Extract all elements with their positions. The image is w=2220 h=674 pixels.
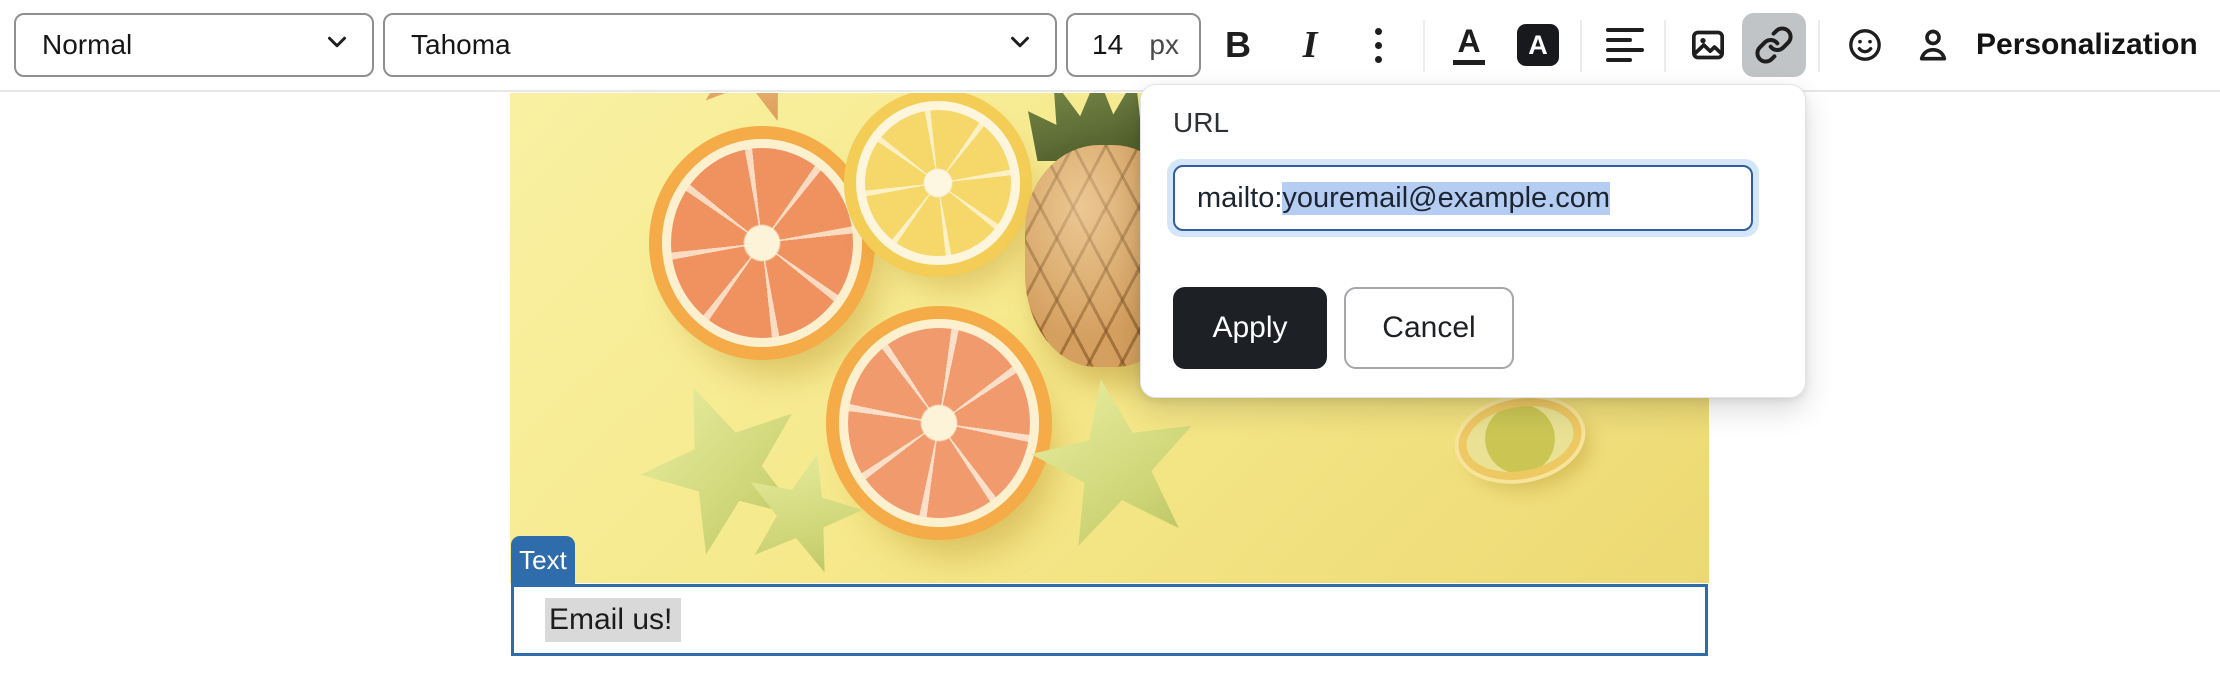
font-size-value: 14 xyxy=(1092,29,1123,61)
personalization-label[interactable]: Personalization xyxy=(1976,0,2198,90)
text-block-editor[interactable]: Email us! xyxy=(511,584,1708,656)
toolbar-divider xyxy=(1423,20,1425,72)
candied-citrus-decor xyxy=(1452,389,1588,489)
link-url-popup: URL mailto:youremail@example.com Apply C… xyxy=(1140,84,1806,398)
image-icon xyxy=(1688,25,1728,65)
font-size-input[interactable]: 14 px xyxy=(1066,13,1201,77)
emoji-smile-icon xyxy=(1845,25,1885,65)
bold-icon: B xyxy=(1225,24,1251,66)
italic-icon: I xyxy=(1303,23,1318,67)
alignment-button[interactable] xyxy=(1594,13,1656,77)
toolbar-divider xyxy=(1664,20,1666,72)
block-type-label: Text xyxy=(519,545,567,576)
cancel-button[interactable]: Cancel xyxy=(1344,287,1514,369)
chevron-down-icon xyxy=(1005,27,1035,64)
starfruit-top-decor xyxy=(680,93,835,133)
chevron-down-icon xyxy=(322,27,352,64)
emoji-button[interactable] xyxy=(1834,13,1896,77)
url-input[interactable]: mailto:youremail@example.com xyxy=(1173,165,1753,231)
url-input-focus-ring: mailto:youremail@example.com xyxy=(1167,159,1759,237)
editor-toolbar: Normal Tahoma 14 px B I A A xyxy=(0,0,2220,92)
text-color-button[interactable]: A xyxy=(1436,13,1502,77)
toolbar-divider xyxy=(1818,20,1820,72)
url-value-prefix: mailto: xyxy=(1197,182,1282,215)
block-type-badge[interactable]: Text xyxy=(511,536,575,585)
url-value-selected: youremail@example.com xyxy=(1282,182,1610,215)
personalization-button[interactable] xyxy=(1902,13,1964,77)
paragraph-style-select[interactable]: Normal xyxy=(14,13,374,77)
url-label: URL xyxy=(1173,107,1229,139)
font-family-value: Tahoma xyxy=(411,29,511,61)
more-options-button[interactable] xyxy=(1350,13,1406,77)
apply-button-label: Apply xyxy=(1212,311,1287,345)
person-icon xyxy=(1913,25,1953,65)
font-size-unit: px xyxy=(1149,29,1179,61)
link-icon xyxy=(1754,25,1794,65)
insert-image-button[interactable] xyxy=(1678,13,1738,77)
vertical-ellipsis-icon xyxy=(1375,28,1382,63)
toolbar-divider xyxy=(1580,20,1582,72)
align-left-icon xyxy=(1606,28,1644,62)
font-family-select[interactable]: Tahoma xyxy=(383,13,1057,77)
apply-button[interactable]: Apply xyxy=(1173,287,1327,369)
selected-text: Email us! xyxy=(545,598,681,642)
orange-slice-decor xyxy=(839,319,1039,527)
background-color-button[interactable]: A xyxy=(1517,24,1559,66)
lemon-slice-decor xyxy=(856,101,1020,265)
paragraph-style-value: Normal xyxy=(42,29,132,61)
cancel-button-label: Cancel xyxy=(1382,311,1475,345)
background-color-icon: A xyxy=(1528,30,1548,61)
bold-button[interactable]: B xyxy=(1206,13,1270,77)
orange-slice-decor xyxy=(662,139,862,347)
insert-link-button[interactable] xyxy=(1742,13,1806,77)
text-color-icon: A xyxy=(1453,25,1484,65)
italic-button[interactable]: I xyxy=(1280,13,1340,77)
